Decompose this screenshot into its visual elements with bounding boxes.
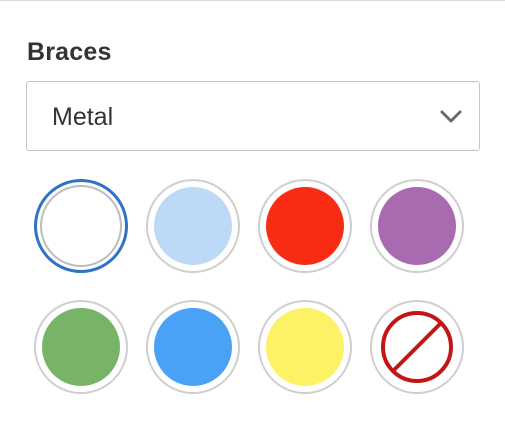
color-swatch-fill bbox=[266, 308, 344, 386]
color-swatch-purple[interactable] bbox=[370, 179, 464, 273]
color-swatch-red[interactable] bbox=[258, 179, 352, 273]
color-swatch-fill bbox=[42, 308, 120, 386]
color-swatch-yellow[interactable] bbox=[258, 300, 352, 394]
color-swatch-fill bbox=[154, 308, 232, 386]
material-select[interactable]: Metal bbox=[26, 81, 480, 151]
color-swatch-light-blue[interactable] bbox=[146, 179, 240, 273]
color-swatch-fill bbox=[40, 185, 122, 267]
color-swatch-green[interactable] bbox=[34, 300, 128, 394]
color-swatch-white[interactable] bbox=[34, 179, 128, 273]
section-title: Braces bbox=[27, 38, 112, 66]
no-color-icon bbox=[381, 311, 453, 383]
color-swatch-fill bbox=[378, 187, 456, 265]
braces-panel: Braces Metal bbox=[0, 0, 505, 422]
chevron-down-icon bbox=[440, 110, 462, 123]
color-swatch-fill bbox=[154, 187, 232, 265]
color-swatch-fill bbox=[266, 187, 344, 265]
color-swatch-none[interactable] bbox=[370, 300, 464, 394]
divider bbox=[0, 0, 505, 1]
material-select-value: Metal bbox=[52, 103, 114, 131]
color-swatch-blue[interactable] bbox=[146, 300, 240, 394]
